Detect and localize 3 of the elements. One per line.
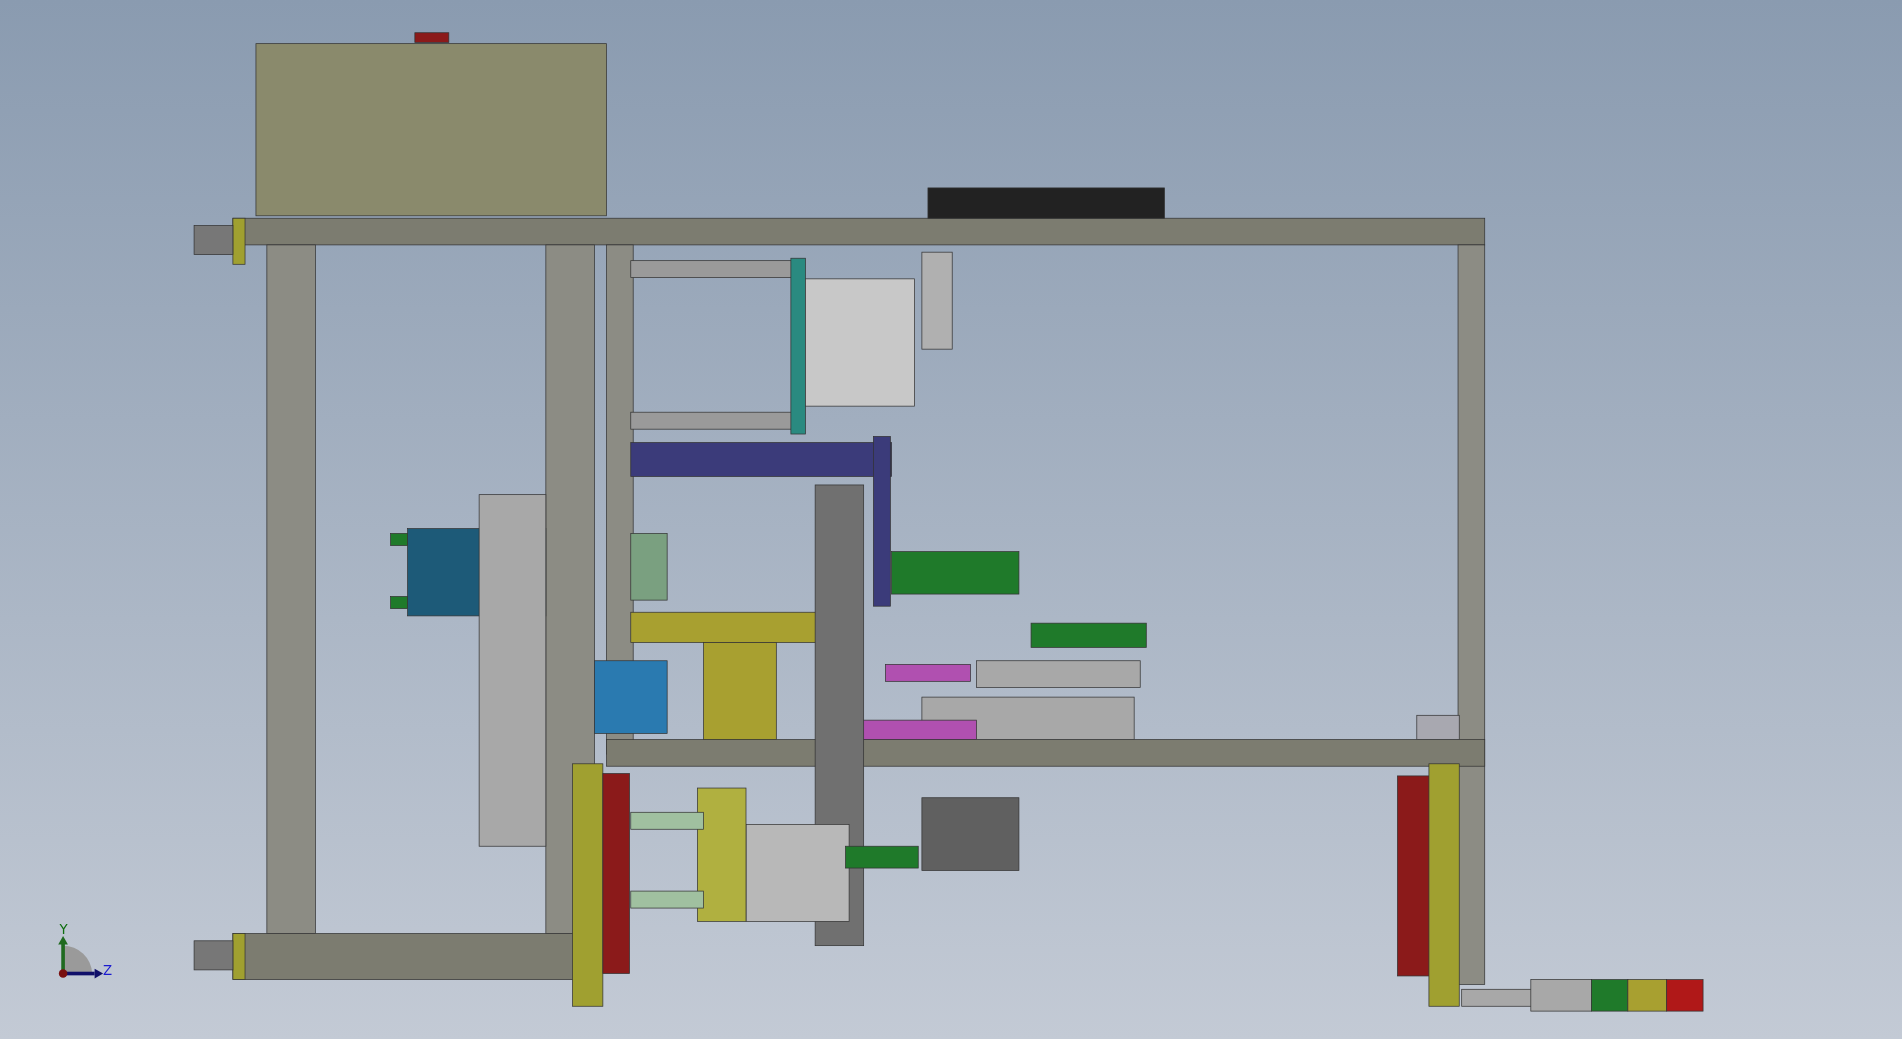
axis-triad-icon [58, 935, 104, 979]
z-axis-label: Z [103, 962, 113, 978]
y-axis-label: Y [59, 921, 68, 937]
